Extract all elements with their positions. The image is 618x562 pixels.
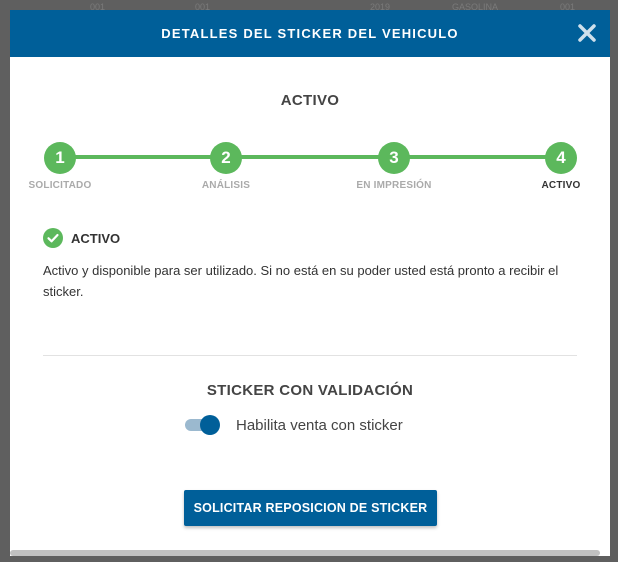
close-button[interactable]: [576, 22, 598, 44]
status-stepper: 1 SOLICITADO 2 ANÁLISIS 3 EN IMPRESIÓN 4…: [10, 142, 610, 202]
toggle-label: Habilita venta con sticker: [236, 416, 403, 434]
modal-header: DETALLES DEL STICKER DEL VEHICULO: [10, 10, 610, 57]
divider: [43, 355, 577, 356]
step-label: ACTIVO: [541, 180, 581, 191]
status-description: Activo y disponible para ser utilizado. …: [43, 263, 559, 299]
step-activo: 4 ACTIVO: [501, 142, 610, 191]
close-icon: [578, 24, 596, 42]
check-circle-icon: [43, 228, 63, 248]
sticker-details-modal: DETALLES DEL STICKER DEL VEHICULO ACTIVO…: [10, 10, 610, 556]
status-detail-header: ACTIVO: [43, 228, 583, 248]
modal-title: DETALLES DEL STICKER DEL VEHICULO: [161, 26, 459, 41]
validation-title: STICKER CON VALIDACIÓN: [206, 382, 414, 399]
step-number: 2: [210, 142, 242, 174]
status-detail: ACTIVO Activo y disponible para ser util…: [43, 228, 583, 302]
status-title: ACTIVO: [280, 92, 340, 109]
step-number: 3: [378, 142, 410, 174]
step-analisis: 2 ANÁLISIS: [166, 142, 286, 191]
step-label: ANÁLISIS: [201, 180, 251, 191]
sticker-validation-toggle[interactable]: [185, 414, 221, 436]
request-sticker-reposition-button[interactable]: SOLICITAR REPOSICION DE STICKER: [184, 490, 437, 526]
sticker-validation-toggle-row: Habilita venta con sticker: [185, 414, 403, 436]
horizontal-scrollbar[interactable]: [10, 550, 600, 556]
stepper-line: [58, 155, 562, 159]
step-en-impresion: 3 EN IMPRESIÓN: [334, 142, 454, 191]
step-number: 4: [545, 142, 577, 174]
step-label: SOLICITADO: [28, 180, 92, 191]
step-label: EN IMPRESIÓN: [356, 180, 432, 191]
toggle-knob: [200, 415, 220, 435]
step-solicitado: 1 SOLICITADO: [10, 142, 120, 191]
step-number: 1: [44, 142, 76, 174]
status-detail-label: ACTIVO: [71, 230, 121, 246]
